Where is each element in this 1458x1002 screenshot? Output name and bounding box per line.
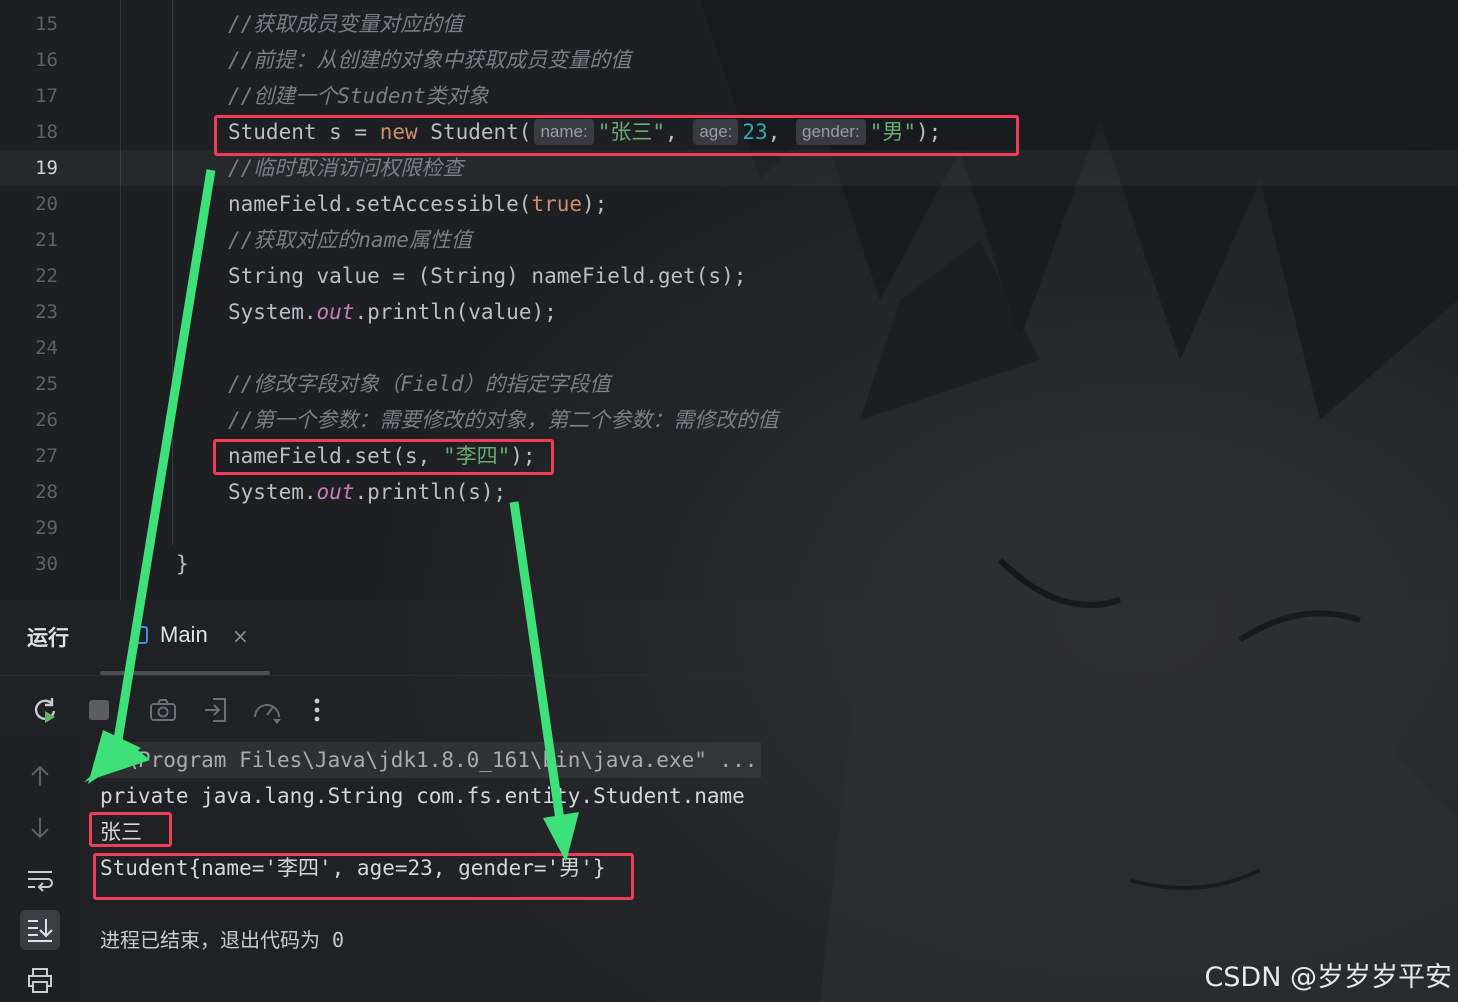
tab-main[interactable]: Main × <box>132 616 270 660</box>
code-line[interactable]: 20 nameField.setAccessible(true); <box>0 186 1458 222</box>
run-panel-header: 运行 Main × <box>0 600 1458 676</box>
screenshot-button[interactable] <box>146 693 180 727</box>
code-line[interactable]: 22 String value = (String) nameField.get… <box>0 258 1458 294</box>
line-number: 26 <box>35 409 58 431</box>
soft-wrap-icon <box>28 871 53 892</box>
stop-icon <box>89 700 109 720</box>
code-line[interactable]: 23 System.out.println(value); <box>0 294 1458 330</box>
print-icon <box>28 968 52 993</box>
console-exit-line: 进程已结束，退出代码为 0 <box>100 928 345 952</box>
exit-button[interactable] <box>199 693 233 727</box>
run-panel: 运行 Main × C:\Program Files\Java\jdk1.8.0… <box>0 600 1458 1002</box>
console-output-line: private java.lang.String com.fs.entity.S… <box>100 784 745 808</box>
code-editor[interactable]: 15 //获取成员变量对应的值 16 //前提：从创建的对象中获取成员变量的值 … <box>0 0 1458 600</box>
line-number: 27 <box>35 445 58 467</box>
scroll-to-end-icon <box>28 919 53 942</box>
app-window-icon <box>132 626 148 644</box>
line-number: 19 <box>35 157 58 179</box>
code-text: } <box>176 552 189 576</box>
soft-wrap-button[interactable] <box>20 860 60 900</box>
speedometer-icon <box>254 704 281 724</box>
line-number: 29 <box>35 517 58 539</box>
highlight-box-output-student <box>93 853 634 900</box>
code-comment: //创建一个Student类对象 <box>228 84 489 108</box>
line-number: 21 <box>35 229 58 251</box>
more-options-button[interactable] <box>300 693 334 727</box>
code-comment: //获取对应的name属性值 <box>228 228 472 252</box>
tab-active-indicator <box>100 671 270 675</box>
exit-icon <box>205 698 226 722</box>
scroll-up-button[interactable] <box>20 756 60 796</box>
line-number: 30 <box>35 553 58 575</box>
rerun-icon <box>34 698 56 723</box>
line-number: 24 <box>35 337 58 359</box>
line-number: 28 <box>35 481 58 503</box>
run-panel-title: 运行 <box>27 626 69 650</box>
line-number: 15 <box>35 13 58 35</box>
code-line[interactable]: 29 <box>0 510 1458 546</box>
code-line[interactable]: 15 //获取成员变量对应的值 <box>0 6 1458 42</box>
console-sidebar <box>0 740 76 1002</box>
line-number: 17 <box>35 85 58 107</box>
highlight-box-new-student <box>214 115 1019 156</box>
highlight-box-set-field <box>213 439 554 475</box>
run-toolbar <box>0 685 1458 735</box>
code-line[interactable]: 26 //第一个参数：需要修改的对象，第二个参数：需修改的值 <box>0 402 1458 438</box>
line-number: 25 <box>35 373 58 395</box>
code-text: String value = (String) nameField.get(s)… <box>228 264 747 288</box>
profiler-button[interactable] <box>250 693 284 727</box>
code-comment: //前提：从创建的对象中获取成员变量的值 <box>228 48 632 72</box>
line-number: 18 <box>35 121 58 143</box>
code-text: System.out.println(value); <box>228 300 557 324</box>
console-command-line: C:\Program Files\Java\jdk1.8.0_161\bin\j… <box>98 742 762 778</box>
tab-main-label: Main <box>160 622 208 647</box>
stop-button[interactable] <box>82 693 116 727</box>
close-icon[interactable]: × <box>232 624 249 648</box>
code-line[interactable]: 17 //创建一个Student类对象 <box>0 78 1458 114</box>
arrow-up-icon <box>31 765 49 786</box>
code-comment: //第一个参数：需要修改的对象，第二个参数：需修改的值 <box>228 408 779 432</box>
line-number: 22 <box>35 265 58 287</box>
code-comment: //获取成员变量对应的值 <box>228 12 464 36</box>
scroll-to-end-button[interactable] <box>20 910 60 950</box>
scroll-down-button[interactable] <box>20 808 60 848</box>
more-icon <box>314 698 320 722</box>
code-line[interactable]: 30 } <box>0 546 1458 582</box>
line-number: 16 <box>35 49 58 71</box>
highlight-box-output-name <box>89 812 172 847</box>
code-line[interactable]: 24 <box>0 330 1458 366</box>
line-number: 23 <box>35 301 58 323</box>
code-text: System.out.println(s); <box>228 480 507 504</box>
camera-icon <box>150 699 176 721</box>
watermark: CSDN @岁岁岁平安 <box>1204 962 1452 993</box>
code-text: nameField.setAccessible(true); <box>228 192 608 216</box>
arrow-down-icon <box>31 818 49 839</box>
code-line[interactable]: 21 //获取对应的name属性值 <box>0 222 1458 258</box>
code-line[interactable]: 16 //前提：从创建的对象中获取成员变量的值 <box>0 42 1458 78</box>
code-comment: //修改字段对象（Field）的指定字段值 <box>228 372 611 396</box>
line-number: 20 <box>35 193 58 215</box>
code-line[interactable]: 25 //修改字段对象（Field）的指定字段值 <box>0 366 1458 402</box>
code-line[interactable]: 28 System.out.println(s); <box>0 474 1458 510</box>
rerun-button[interactable] <box>28 693 62 727</box>
print-button[interactable] <box>20 960 60 1000</box>
